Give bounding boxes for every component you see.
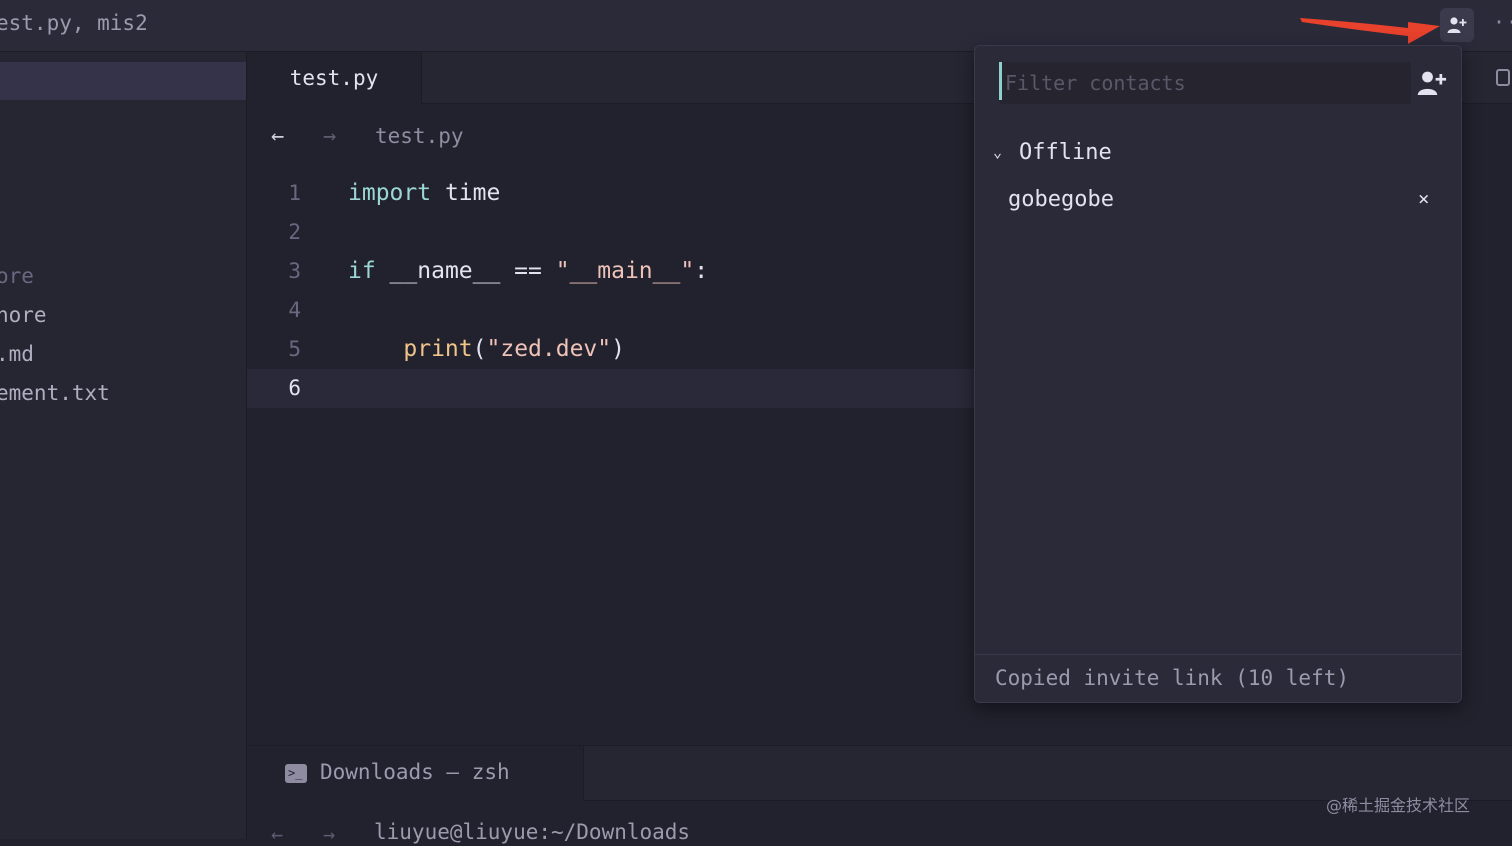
code-line[interactable]: 5 print("zed.dev") <box>247 330 974 369</box>
code-line[interactable]: 6 <box>247 369 974 408</box>
ellipsis-icon[interactable]: ··· <box>1493 10 1512 34</box>
watermark: @稀土掘金技术社区 <box>1326 796 1471 815</box>
project-panel: ore nore .md ement.txt <box>0 52 247 839</box>
terminal-tab[interactable]: >_ Downloads — zsh <box>247 746 584 801</box>
file-item[interactable]: nore <box>0 303 47 327</box>
line-number: 4 <box>288 298 301 322</box>
code-text: if __name__ == "__main__": <box>348 258 708 284</box>
red-arrow-annotation <box>1300 18 1440 44</box>
invite-status-text: Copied invite link (10 left) <box>995 666 1350 690</box>
person-plus-icon <box>1447 17 1467 33</box>
terminal-tab-label: Downloads — zsh <box>320 760 510 784</box>
split-pane-icon[interactable] <box>1496 69 1510 86</box>
code-text: import time <box>348 180 500 206</box>
code-editor[interactable]: 1 import time 2 3 if __name__ == "__main__":… <box>247 174 974 744</box>
tab-test-py[interactable]: test.py <box>247 52 422 104</box>
section-label: Offline <box>1019 140 1112 165</box>
popover-footer: Copied invite link (10 left) <box>975 654 1461 703</box>
code-token: print <box>403 336 473 362</box>
line-number: 6 <box>288 376 301 400</box>
code-line[interactable]: 2 <box>247 213 974 252</box>
sidebar-selected-row[interactable] <box>0 62 246 100</box>
terminal-tab-bar: >_ Downloads — zsh <box>247 746 1512 801</box>
code-token: : <box>694 258 709 284</box>
file-item[interactable]: ore <box>0 264 34 288</box>
file-item[interactable]: ement.txt <box>0 381 110 405</box>
line-number: 1 <box>288 181 301 205</box>
code-token: __name__ == <box>375 258 556 284</box>
close-icon[interactable]: × <box>1418 188 1429 210</box>
terminal-icon: >_ <box>285 764 307 783</box>
code-token: ( <box>472 336 487 362</box>
text-caret <box>999 62 1002 100</box>
forward-arrow-icon[interactable]: → <box>323 124 336 149</box>
back-arrow-icon[interactable]: ← <box>271 124 284 149</box>
add-contact-button[interactable] <box>1440 8 1474 42</box>
breadcrumb-file[interactable]: test.py <box>375 124 464 148</box>
back-arrow-icon[interactable]: ← <box>271 822 283 846</box>
forward-arrow-icon[interactable]: → <box>323 822 335 846</box>
code-text: print("zed.dev") <box>348 336 625 362</box>
terminal-panel: >_ Downloads — zsh ← → liuyue@liuyue:~/D… <box>247 745 1512 846</box>
window-title: est.py, mis2 <box>0 11 148 35</box>
code-line[interactable]: 1 import time <box>247 174 974 213</box>
person-plus-icon[interactable] <box>1417 68 1447 98</box>
code-line[interactable]: 3 if __name__ == "__main__": <box>247 252 974 291</box>
offline-section-header[interactable]: ⌄ Offline <box>993 140 1112 165</box>
line-number: 5 <box>288 337 301 361</box>
contact-name: gobegobe <box>1008 187 1114 212</box>
line-number: 2 <box>288 220 301 244</box>
filter-contacts-input[interactable] <box>1003 66 1407 100</box>
line-number: 3 <box>288 259 301 283</box>
terminal-prompt[interactable]: liuyue@liuyue:~/Downloads <box>374 820 690 844</box>
code-token: if <box>348 258 376 284</box>
code-token: import <box>348 180 432 206</box>
tab-label: test.py <box>289 66 379 90</box>
code-token: ) <box>611 336 625 362</box>
contacts-popover: ⌄ Offline gobegobe × Copied invite link (… <box>974 45 1462 703</box>
file-item[interactable]: .md <box>0 342 34 366</box>
contact-row[interactable]: gobegobe × <box>975 182 1461 222</box>
code-line[interactable]: 4 <box>247 291 974 330</box>
code-token: "__main__" <box>555 258 695 284</box>
code-token: "zed.dev" <box>486 336 612 362</box>
filter-contacts-field[interactable] <box>999 62 1411 104</box>
chevron-down-icon: ⌄ <box>993 143 1003 161</box>
code-token: time <box>444 180 501 206</box>
